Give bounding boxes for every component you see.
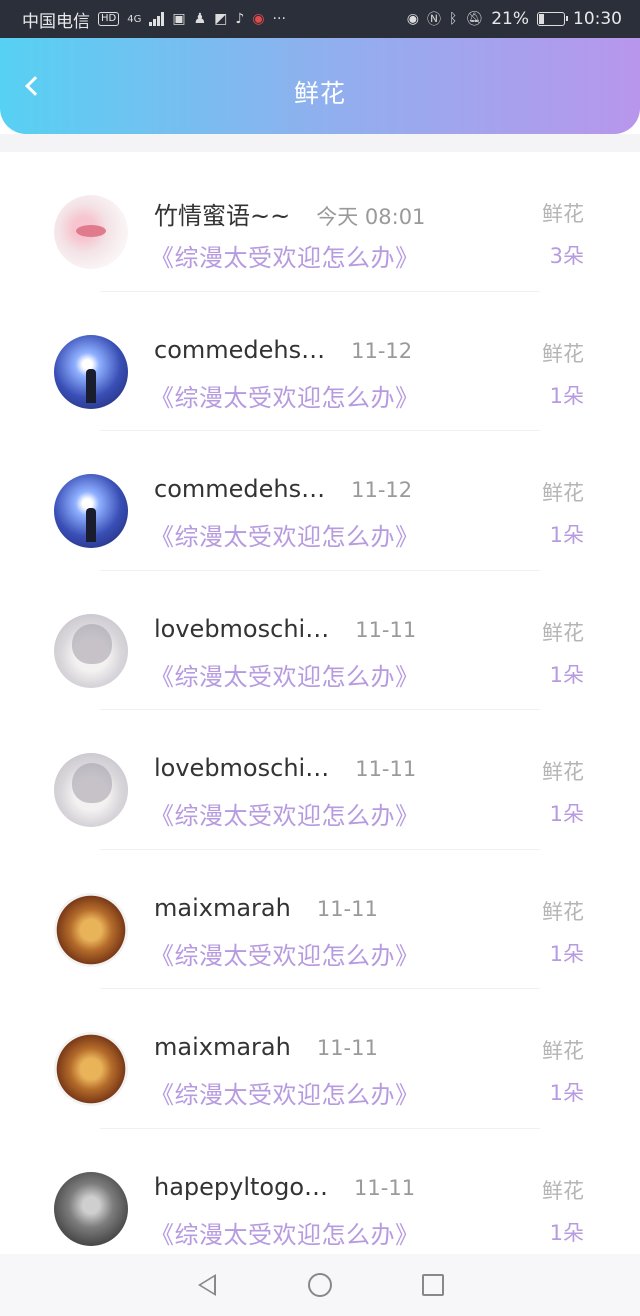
gift-count: 1朵 (549, 523, 584, 547)
username[interactable]: commedehs… (154, 475, 325, 503)
more-notifications-icon: ··· (272, 11, 286, 27)
nav-back-button[interactable] (189, 1267, 225, 1303)
system-nav-bar (0, 1254, 640, 1316)
gift-type-label: 鲜花 (542, 899, 584, 924)
app-header: 鲜花 (0, 38, 640, 134)
list-item[interactable]: maixmarah 11-11 《综漫太受欢迎怎么办》 鲜花 1朵 (0, 989, 640, 1129)
avatar[interactable] (54, 195, 128, 269)
list-item[interactable]: commedehs… 11-12 《综漫太受欢迎怎么办》 鲜花 1朵 (0, 292, 640, 431)
gift-count: 3朵 (549, 244, 584, 268)
signal-icon (149, 12, 165, 26)
user-info-line: 竹情蜜语~~ 今天 08:01 (154, 196, 425, 231)
nav-home-button[interactable] (302, 1267, 338, 1303)
section-spacer (0, 134, 640, 152)
timestamp: 11-12 (351, 478, 413, 502)
flower-gift-list: 竹情蜜语~~ 今天 08:01 《综漫太受欢迎怎么办》 鲜花 3朵 commed… (0, 152, 640, 1254)
username[interactable]: commedehs… (154, 336, 325, 364)
username[interactable]: maixmarah (154, 1033, 291, 1061)
user-info-line: hapepyltogo… 11-11 (154, 1173, 415, 1201)
square-recents-icon (422, 1274, 445, 1296)
list-item[interactable]: maixmarah 11-11 《综漫太受欢迎怎么办》 鲜花 1朵 (0, 850, 640, 989)
book-title[interactable]: 《综漫太受欢迎怎么办》 (150, 936, 420, 971)
page-title: 鲜花 (293, 79, 346, 108)
carrier-label: 中国电信 (22, 11, 90, 32)
gift-count: 1朵 (549, 662, 584, 687)
list-item[interactable]: lovebmoschi… 11-11 《综漫太受欢迎怎么办》 鲜花 1朵 (0, 710, 640, 850)
bluetooth-icon: ᛒ (449, 11, 458, 27)
user-info-line: lovebmoschi… 11-11 (154, 615, 416, 643)
user-info-line: maixmarah 11-11 (154, 894, 378, 922)
gift-type-label: 鲜花 (542, 1039, 584, 1063)
gift-type-label: 鲜花 (542, 341, 584, 366)
clock: 10:30 (573, 9, 622, 29)
list-item[interactable]: hapepyltogo… 11-11 《综漫太受欢迎怎么办》 鲜花 1朵 (0, 1129, 640, 1255)
timestamp: 今天 08:01 (316, 205, 426, 229)
gift-count: 1朵 (549, 941, 584, 966)
status-left: 中国电信 HD 4G ▣ ♟ ◩ ♪ ◉ ··· (22, 7, 286, 32)
username[interactable]: 竹情蜜语~~ (154, 196, 290, 231)
avatar[interactable] (54, 613, 128, 688)
battery-percent: 21% (491, 9, 529, 29)
nfc-icon: Ⓝ (427, 12, 442, 28)
timestamp: 11-11 (316, 896, 378, 921)
book-title[interactable]: 《综漫太受欢迎怎么办》 (150, 517, 420, 552)
battery-icon (537, 12, 568, 26)
username[interactable]: lovebmoschi… (154, 615, 329, 643)
gift-type-label: 鲜花 (542, 1178, 584, 1203)
gift-count: 1朵 (549, 383, 584, 408)
send-app-icon: ◩ (214, 11, 228, 27)
book-title[interactable]: 《综漫太受欢迎怎么办》 (150, 1215, 420, 1250)
avatar[interactable] (54, 334, 128, 409)
username[interactable]: lovebmoschi… (154, 754, 329, 782)
timestamp: 11-11 (316, 1036, 378, 1060)
avatar[interactable] (54, 1032, 128, 1106)
eye-icon: ◉ (406, 11, 420, 27)
triangle-back-icon (197, 1274, 216, 1296)
timestamp: 11-11 (355, 617, 417, 642)
gift-count: 1朵 (549, 1081, 584, 1105)
app-notification-icon: ▣ (172, 11, 186, 27)
user-info-line: lovebmoschi… 11-11 (154, 754, 416, 782)
book-title[interactable]: 《综漫太受欢迎怎么办》 (150, 378, 420, 413)
gift-type-label: 鲜花 (542, 760, 584, 784)
nav-recents-button[interactable] (415, 1267, 451, 1303)
user-info-line: maixmarah 11-11 (154, 1033, 378, 1061)
book-title[interactable]: 《综漫太受欢迎怎么办》 (150, 1075, 420, 1110)
status-right: ◉ Ⓝ ᛒ 🔕︎ 21% 10:30 (407, 9, 622, 29)
book-title[interactable]: 《综漫太受欢迎怎么办》 (150, 238, 420, 273)
music-icon: ♪ (235, 11, 245, 27)
timestamp: 11-11 (355, 757, 417, 781)
book-title[interactable]: 《综漫太受欢迎怎么办》 (150, 657, 420, 692)
avatar[interactable] (54, 474, 128, 548)
list-item[interactable]: lovebmoschi… 11-11 《综漫太受欢迎怎么办》 鲜花 1朵 (0, 571, 640, 710)
gift-count: 1朵 (549, 1220, 584, 1245)
username[interactable]: maixmarah (154, 894, 291, 922)
user-info-line: commedehs… 11-12 (154, 475, 412, 503)
avatar[interactable] (54, 753, 128, 827)
avatar[interactable] (54, 1171, 128, 1246)
gift-type-label: 鲜花 (542, 202, 584, 226)
game-app-icon: ◉ (252, 11, 265, 27)
gift-type-label: 鲜花 (542, 620, 584, 645)
status-bar: 中国电信 HD 4G ▣ ♟ ◩ ♪ ◉ ··· ◉ Ⓝ ᛒ 🔕︎ 21% 10… (0, 0, 640, 38)
list-item[interactable]: 竹情蜜语~~ 今天 08:01 《综漫太受欢迎怎么办》 鲜花 3朵 (0, 152, 640, 292)
user-info-line: commedehs… 11-12 (154, 336, 412, 364)
circle-home-icon (307, 1273, 332, 1297)
timestamp: 11-11 (354, 1175, 416, 1200)
qq-icon: ♟ (193, 11, 207, 27)
list-item[interactable]: commedehs… 11-12 《综漫太受欢迎怎么办》 鲜花 1朵 (0, 431, 640, 571)
timestamp: 11-12 (351, 338, 413, 363)
gift-type-label: 鲜花 (542, 481, 584, 505)
network-type-label: 4G (127, 13, 142, 25)
gift-count: 1朵 (549, 802, 584, 826)
hd-icon: HD (98, 12, 120, 26)
mute-icon: 🔕︎ (465, 11, 484, 27)
avatar[interactable] (54, 892, 128, 967)
book-title[interactable]: 《综漫太受欢迎怎么办》 (150, 796, 420, 831)
username[interactable]: hapepyltogo… (154, 1173, 328, 1201)
